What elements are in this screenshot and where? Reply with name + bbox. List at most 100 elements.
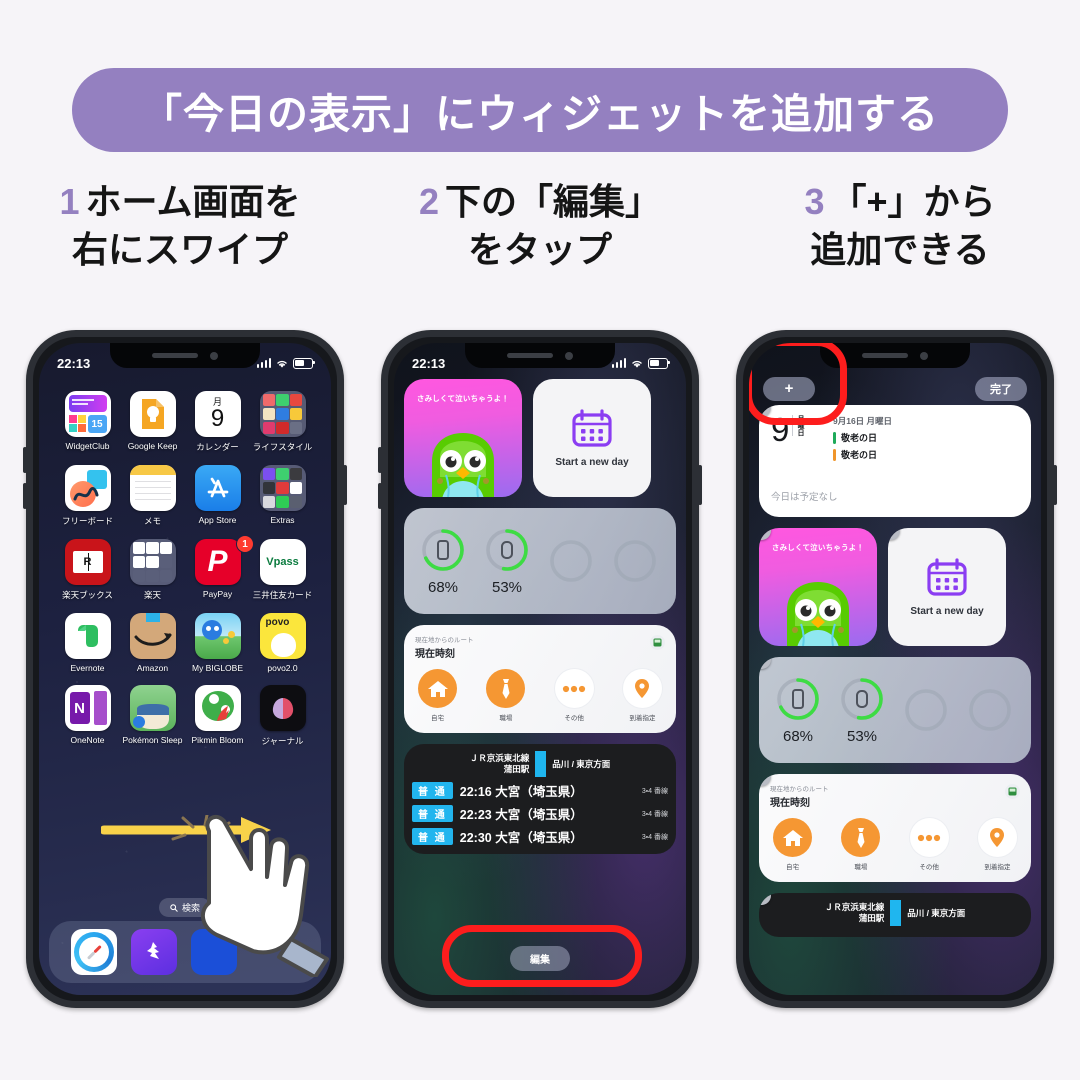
widget-stack-edit: 9 月曜日 9月16日 月曜日 敬老の日 敬老の日 今日は予定なし さみしくて泣… xyxy=(759,405,1031,937)
app-icon-smbc-card[interactable]: Vpass 三井住友カード xyxy=(250,539,315,601)
edit-button-highlight xyxy=(442,925,642,987)
app-icon-pokemon-sleep[interactable]: Pokémon Sleep xyxy=(120,685,185,747)
app-label: Amazon xyxy=(136,663,169,673)
train-platform: 3・4 番線 xyxy=(641,833,668,841)
notch xyxy=(465,343,615,368)
route-button-other[interactable]: その他 xyxy=(554,669,594,722)
home-icon xyxy=(782,829,803,846)
app-icon-freeboard[interactable]: フリーボード xyxy=(55,465,120,527)
app-icon-povo[interactable]: povo povo2.0 xyxy=(250,613,315,673)
paypay-icon: P xyxy=(194,539,241,585)
calendar-event: 敬老の日 xyxy=(833,431,1019,444)
app-icon-notes[interactable]: メモ xyxy=(120,465,185,527)
route-button-work[interactable]: 職場 xyxy=(841,818,881,871)
done-button[interactable]: 完了 xyxy=(975,377,1027,401)
battery-percent: 68% xyxy=(782,728,814,745)
remove-widget-button[interactable] xyxy=(759,657,771,669)
app-icon-google-keep[interactable]: Google Keep xyxy=(120,391,185,453)
widget-train-departures[interactable]: ＪＲ京浜東北線 蒲田駅 品川 / 東京方面 普 通 22:16 大宮（埼玉県） … xyxy=(404,744,676,854)
battery-cell-empty-2 xyxy=(606,537,664,585)
povo-text: povo xyxy=(265,617,290,628)
app-icon-journal[interactable]: ジャーナル xyxy=(250,685,315,747)
app-icon-evernote[interactable]: Evernote xyxy=(55,613,120,673)
widget-start-a-new-day[interactable]: Start a new day xyxy=(533,379,651,497)
battery-cell-empty-2 xyxy=(961,686,1019,734)
route-button-arrival[interactable]: 到着指定 xyxy=(622,669,662,722)
amazon-icon xyxy=(129,613,176,659)
povo-icon: povo xyxy=(259,613,306,659)
battery-cell-watch: 53% xyxy=(478,526,536,596)
app-icon-calendar[interactable]: 月 9 カレンダー xyxy=(185,391,250,453)
app-label: Google Keep xyxy=(127,441,178,451)
speaker-grill xyxy=(507,353,553,358)
app-icon-paypay[interactable]: P 1 PayPay xyxy=(185,535,254,601)
app-label: OneNote xyxy=(70,735,105,745)
widget-duolingo[interactable]: さみしくて泣いちゃうよ！ xyxy=(404,379,522,497)
route-button-work[interactable]: 職場 xyxy=(486,669,526,722)
widget-train-departures[interactable]: ＪＲ京浜東北線 蒲田駅 品川 / 東京方面 xyxy=(759,893,1031,937)
app-icon-my-biglobe[interactable]: My BIGLOBE xyxy=(185,613,250,673)
power-button[interactable] xyxy=(1053,465,1057,505)
app-icon-rakuten-books[interactable]: R 楽天ブックス xyxy=(55,539,120,601)
app-folder-rakuten[interactable]: 楽天 xyxy=(120,539,185,601)
route-button-home[interactable]: 自宅 xyxy=(773,818,812,871)
train-station-name: 蒲田駅 xyxy=(858,913,885,923)
remove-widget-button[interactable] xyxy=(888,528,900,540)
work-circle xyxy=(486,669,526,708)
step-text-line1: 下の「編集」 xyxy=(445,181,662,222)
widget-route[interactable]: 現在地からのルート 現在時刻 自宅 職場 その他 到着指定 xyxy=(404,625,676,733)
app-label: Evernote xyxy=(70,663,105,673)
power-button[interactable] xyxy=(698,465,702,505)
home-circle xyxy=(773,818,812,857)
widget-start-a-new-day[interactable]: Start a new day xyxy=(888,528,1006,646)
widget-duolingo[interactable]: さみしくて泣いちゃうよ！ xyxy=(759,528,877,646)
volume-up-button[interactable] xyxy=(23,447,27,473)
necktie-icon xyxy=(502,678,510,699)
widget-label: Start a new day xyxy=(910,606,984,617)
status-time: 22:13 xyxy=(412,355,446,371)
route-button-arrival[interactable]: 到着指定 xyxy=(977,818,1017,871)
app-icon-app-store[interactable]: App Store xyxy=(185,465,250,527)
app-icon-widgetclub[interactable]: 15 WidgetClub xyxy=(55,391,120,453)
duolingo-caption: さみしくて泣いちゃうよ！ xyxy=(771,543,865,552)
safari-icon[interactable] xyxy=(71,929,117,975)
app-icon-amazon[interactable]: Amazon xyxy=(120,613,185,673)
app-icon-onenote[interactable]: N OneNote xyxy=(55,685,120,747)
route-button-label: 自宅 xyxy=(786,864,799,871)
widget-battery[interactable]: 68% 53% xyxy=(759,657,1031,763)
step-number: 3 xyxy=(804,181,825,222)
shortcut-icon[interactable] xyxy=(131,929,177,975)
duolingo-caption: さみしくて泣いちゃうよ！ xyxy=(416,394,510,403)
ellipsis-icon xyxy=(563,685,586,692)
volume-down-button[interactable] xyxy=(378,483,382,509)
route-button-label: 到着指定 xyxy=(629,715,656,722)
calendar-icon xyxy=(572,409,612,447)
my-biglobe-icon xyxy=(194,613,241,659)
volume-up-button[interactable] xyxy=(378,447,382,473)
folder-icon xyxy=(129,539,176,585)
train-type: 普 通 xyxy=(412,828,453,845)
battery-ring-watch xyxy=(486,529,528,571)
battery-ring-empty xyxy=(905,689,947,731)
duolingo-owl-icon xyxy=(787,582,849,646)
train-direction: 品川 / 東京方面 xyxy=(552,759,611,769)
app-folder-lifestyle[interactable]: ライフスタイル xyxy=(250,391,315,453)
route-button-home[interactable]: 自宅 xyxy=(418,669,457,722)
route-button-other[interactable]: その他 xyxy=(909,818,949,871)
rakuten-books-icon: R xyxy=(64,539,111,585)
widget-battery[interactable]: 68% 53% xyxy=(404,508,676,614)
app-folder-extras[interactable]: Extras xyxy=(250,465,315,527)
battery-ring-iphone xyxy=(777,678,819,720)
speaker-grill xyxy=(862,353,908,358)
widget-route[interactable]: 現在地からのルート 現在時刻 自宅 職場 その他 到着指定 xyxy=(759,774,1031,882)
volume-down-button[interactable] xyxy=(23,483,27,509)
iphone-icon xyxy=(792,689,804,709)
power-button[interactable] xyxy=(343,465,347,505)
app-label: メモ xyxy=(143,516,161,526)
duolingo-owl-icon xyxy=(432,433,494,497)
event-color-pip xyxy=(833,431,836,444)
remove-widget-button[interactable] xyxy=(759,528,771,540)
calendar-date-label: 9月16日 月曜日 xyxy=(833,416,893,426)
app-icon-pikmin-bloom[interactable]: Pikmin Bloom xyxy=(185,685,250,747)
widget-stack: さみしくて泣いちゃうよ！ Start a new day 68% 53% 現在地… xyxy=(404,379,676,854)
